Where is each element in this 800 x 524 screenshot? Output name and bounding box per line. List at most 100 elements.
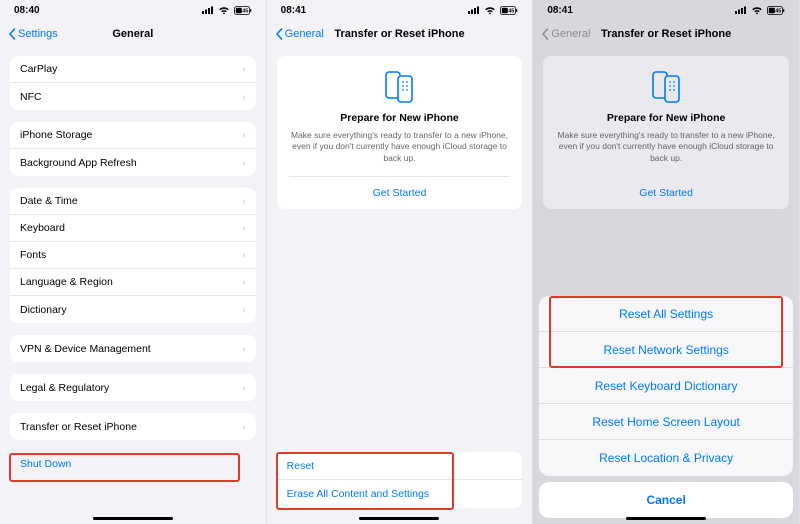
row-carplay[interactable]: CarPlay › — [10, 56, 256, 83]
prepare-for-new-iphone-card: Prepare for New iPhone Make sure everyth… — [543, 56, 789, 209]
battery-icon: 45 — [500, 6, 518, 15]
cancel-button[interactable]: Cancel — [539, 482, 793, 518]
chevron-right-icon: › — [242, 276, 246, 288]
row-label: Dictionary — [20, 304, 67, 316]
settings-content: CarPlay › NFC › iPhone Storage › Background… — [0, 56, 266, 470]
row-iphone-storage[interactable]: iPhone Storage › — [10, 122, 256, 149]
reset-location-privacy-option[interactable]: Reset Location & Privacy — [539, 440, 793, 476]
nav-bar: General Transfer or Reset iPhone — [267, 20, 533, 48]
row-label: Legal & Regulatory — [20, 382, 109, 394]
row-keyboard[interactable]: Keyboard › — [10, 215, 256, 242]
nav-bar: General Transfer or Reset iPhone — [533, 20, 799, 48]
reset-all-settings-option[interactable]: Reset All Settings — [539, 296, 793, 332]
chevron-right-icon: › — [242, 157, 246, 169]
home-indicator[interactable] — [359, 517, 439, 520]
nav-back-button[interactable]: General — [275, 28, 324, 40]
row-transfer-or-reset-iphone[interactable]: Transfer or Reset iPhone › — [10, 413, 256, 440]
cellular-signal-icon — [735, 6, 747, 14]
status-indicators: 45 — [202, 6, 252, 15]
chevron-left-icon — [275, 28, 283, 40]
status-time: 08:40 — [14, 5, 40, 16]
action-sheet-options: Reset All Settings Reset Network Setting… — [539, 296, 793, 476]
home-indicator[interactable] — [626, 517, 706, 520]
row-label: Transfer or Reset iPhone — [20, 421, 137, 433]
erase-all-content-button[interactable]: Erase All Content and Settings — [277, 480, 523, 508]
nav-back-label: Settings — [18, 28, 58, 40]
row-vpn-device-management[interactable]: VPN & Device Management › — [10, 335, 256, 362]
prepare-title: Prepare for New iPhone — [289, 112, 511, 124]
row-label: VPN & Device Management — [20, 343, 151, 355]
get-started-button: Get Started — [555, 176, 777, 209]
chevron-right-icon: › — [242, 195, 246, 207]
wifi-icon — [218, 6, 230, 15]
status-indicators: 45 — [735, 6, 785, 15]
group-connectivity: CarPlay › NFC › — [10, 56, 256, 110]
status-bar: 08:41 45 — [267, 0, 533, 20]
status-indicators: 45 — [468, 6, 518, 15]
wifi-icon — [751, 6, 763, 15]
row-dictionary[interactable]: Dictionary› — [10, 296, 256, 323]
nav-back-button: General — [541, 28, 590, 40]
row-language-region[interactable]: Language & Region › — [10, 269, 256, 296]
group-legal: Legal & Regulatory› — [10, 374, 256, 401]
home-indicator[interactable] — [93, 517, 173, 520]
status-time: 08:41 — [281, 5, 307, 16]
prepare-title: Prepare for New iPhone — [555, 112, 777, 124]
prepare-description: Make sure everything's ready to transfer… — [555, 130, 777, 164]
row-legal-regulatory[interactable]: Legal & Regulatory› — [10, 374, 256, 401]
row-label: Date & Time — [20, 195, 78, 207]
chevron-right-icon: › — [242, 129, 246, 141]
row-label: Language & Region — [20, 276, 113, 288]
row-label: Reset — [287, 460, 314, 472]
chevron-right-icon: › — [242, 91, 246, 103]
svg-text:45: 45 — [509, 8, 515, 14]
cellular-signal-icon — [468, 6, 480, 14]
nav-title: Transfer or Reset iPhone — [601, 28, 731, 40]
prepare-description: Make sure everything's ready to transfer… — [289, 130, 511, 164]
nav-title: General — [112, 28, 153, 40]
prepare-for-new-iphone-card: Prepare for New iPhone Make sure everyth… — [277, 56, 523, 209]
reset-home-screen-layout-option[interactable]: Reset Home Screen Layout — [539, 404, 793, 440]
row-background-app-refresh[interactable]: Background App Refresh › — [10, 149, 256, 176]
row-label: Background App Refresh — [20, 157, 137, 169]
chevron-right-icon: › — [242, 222, 246, 234]
row-label: Fonts — [20, 249, 46, 261]
chevron-right-icon: › — [242, 343, 246, 355]
reset-button[interactable]: Reset — [277, 452, 523, 480]
get-started-button[interactable]: Get Started — [289, 176, 511, 209]
status-bar: 08:40 45 — [0, 0, 266, 20]
chevron-right-icon: › — [242, 421, 246, 433]
two-phones-icon — [289, 70, 511, 104]
battery-icon: 45 — [234, 6, 252, 15]
group-locale: Date & Time› Keyboard› Fonts› Language &… — [10, 188, 256, 323]
row-nfc[interactable]: NFC › — [10, 83, 256, 110]
nav-back-label: General — [551, 28, 590, 40]
nav-back-label: General — [285, 28, 324, 40]
chevron-left-icon — [8, 28, 16, 40]
row-date-time[interactable]: Date & Time › — [10, 188, 256, 215]
screen-reset-actionsheet: 08:41 45 General Transfer or Reset iPhon… — [533, 0, 800, 524]
reset-keyboard-dictionary-option[interactable]: Reset Keyboard Dictionary — [539, 368, 793, 404]
shut-down-button[interactable]: Shut Down — [10, 452, 256, 470]
row-label: Erase All Content and Settings — [287, 488, 429, 500]
cellular-signal-icon — [202, 6, 214, 14]
battery-icon: 45 — [767, 6, 785, 15]
status-bar: 08:41 45 — [533, 0, 799, 20]
row-label: CarPlay — [20, 63, 57, 75]
two-phones-icon — [555, 70, 777, 104]
group-reset: Transfer or Reset iPhone › — [10, 413, 256, 440]
action-sheet: Reset All Settings Reset Network Setting… — [539, 296, 793, 518]
screen-transfer-or-reset: 08:41 45 General Transfer or Reset iPhon… — [267, 0, 534, 524]
reset-network-settings-option[interactable]: Reset Network Settings — [539, 332, 793, 368]
svg-text:45: 45 — [242, 8, 248, 14]
row-fonts[interactable]: Fonts› — [10, 242, 256, 269]
row-label: iPhone Storage — [20, 129, 92, 141]
reset-options-group: Reset Erase All Content and Settings — [277, 452, 523, 508]
nav-back-button[interactable]: Settings — [8, 28, 58, 40]
chevron-right-icon: › — [242, 63, 246, 75]
row-label: NFC — [20, 91, 42, 103]
svg-text:45: 45 — [775, 8, 781, 14]
wifi-icon — [484, 6, 496, 15]
row-label: Keyboard — [20, 222, 65, 234]
group-storage: iPhone Storage › Background App Refresh › — [10, 122, 256, 176]
